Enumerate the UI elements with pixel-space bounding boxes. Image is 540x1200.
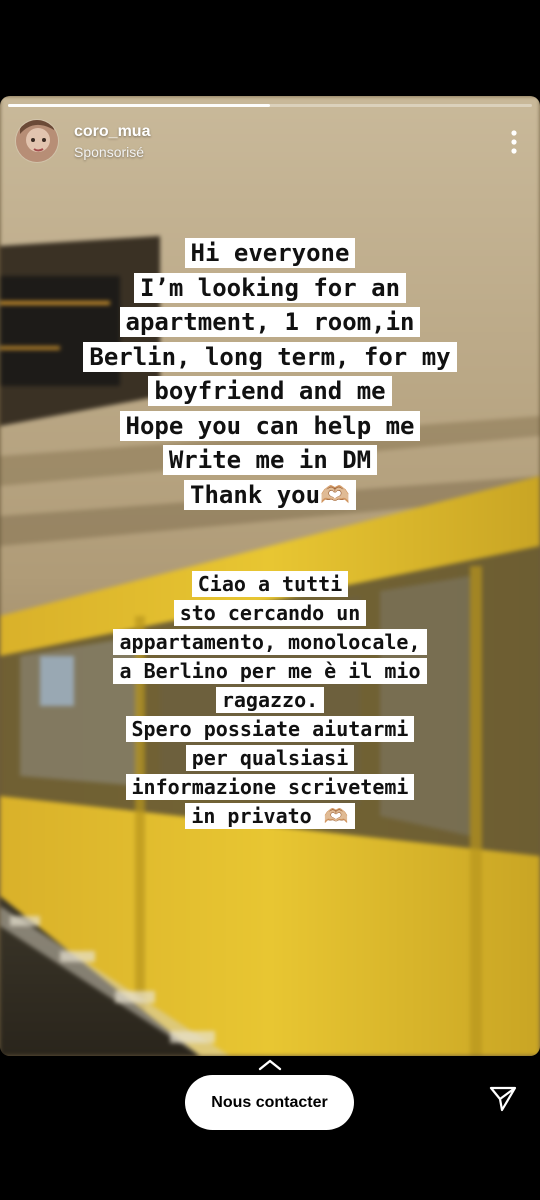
text-line: in privato 🫶🏼 <box>0 802 540 831</box>
chevron-up-icon[interactable] <box>257 1058 283 1072</box>
text-line: Hi everyone <box>0 236 540 271</box>
text-line: boyfriend and me <box>0 374 540 409</box>
text-line: informazione scrivetemi <box>0 773 540 802</box>
text-line: ragazzo. <box>0 686 540 715</box>
story-header: coro_mua Sponsorisé <box>16 120 524 164</box>
story-text-italian: Ciao a tutti sto cercando un appartament… <box>0 570 540 831</box>
paper-plane-icon[interactable] <box>488 1084 518 1114</box>
text-line: Write me in DM <box>0 443 540 478</box>
story-text-english: Hi everyone I’m looking for an apartment… <box>0 236 540 512</box>
text-line: Hope you can help me <box>0 409 540 444</box>
story-media[interactable]: coro_mua Sponsorisé Hi everyone I’m look… <box>0 96 540 1056</box>
text-line: appartamento, monolocale, <box>0 628 540 657</box>
text-line: Spero possiate aiutarmi <box>0 715 540 744</box>
story-progress-bar <box>8 104 532 107</box>
text-line: per qualsiasi <box>0 744 540 773</box>
story-progress-fill <box>8 104 270 107</box>
text-line: a Berlino per me è il mio <box>0 657 540 686</box>
sponsored-label: Sponsorisé <box>74 144 145 160</box>
text-line: apartment, 1 room,in <box>0 305 540 340</box>
text-line: Berlin, long term, for my <box>0 340 540 375</box>
text-line: I’m looking for an <box>0 271 540 306</box>
text-line: Thank you🫶🏼 <box>0 478 540 513</box>
text-line: Ciao a tutti <box>0 570 540 599</box>
more-options-icon[interactable] <box>506 128 522 156</box>
username[interactable]: coro_mua <box>74 123 150 141</box>
avatar-image <box>16 120 58 162</box>
instagram-story-screen: coro_mua Sponsorisé Hi everyone I’m look… <box>0 0 540 1200</box>
avatar[interactable] <box>16 120 58 162</box>
text-line: sto cercando un <box>0 599 540 628</box>
contact-button[interactable]: Nous contacter <box>185 1075 354 1130</box>
